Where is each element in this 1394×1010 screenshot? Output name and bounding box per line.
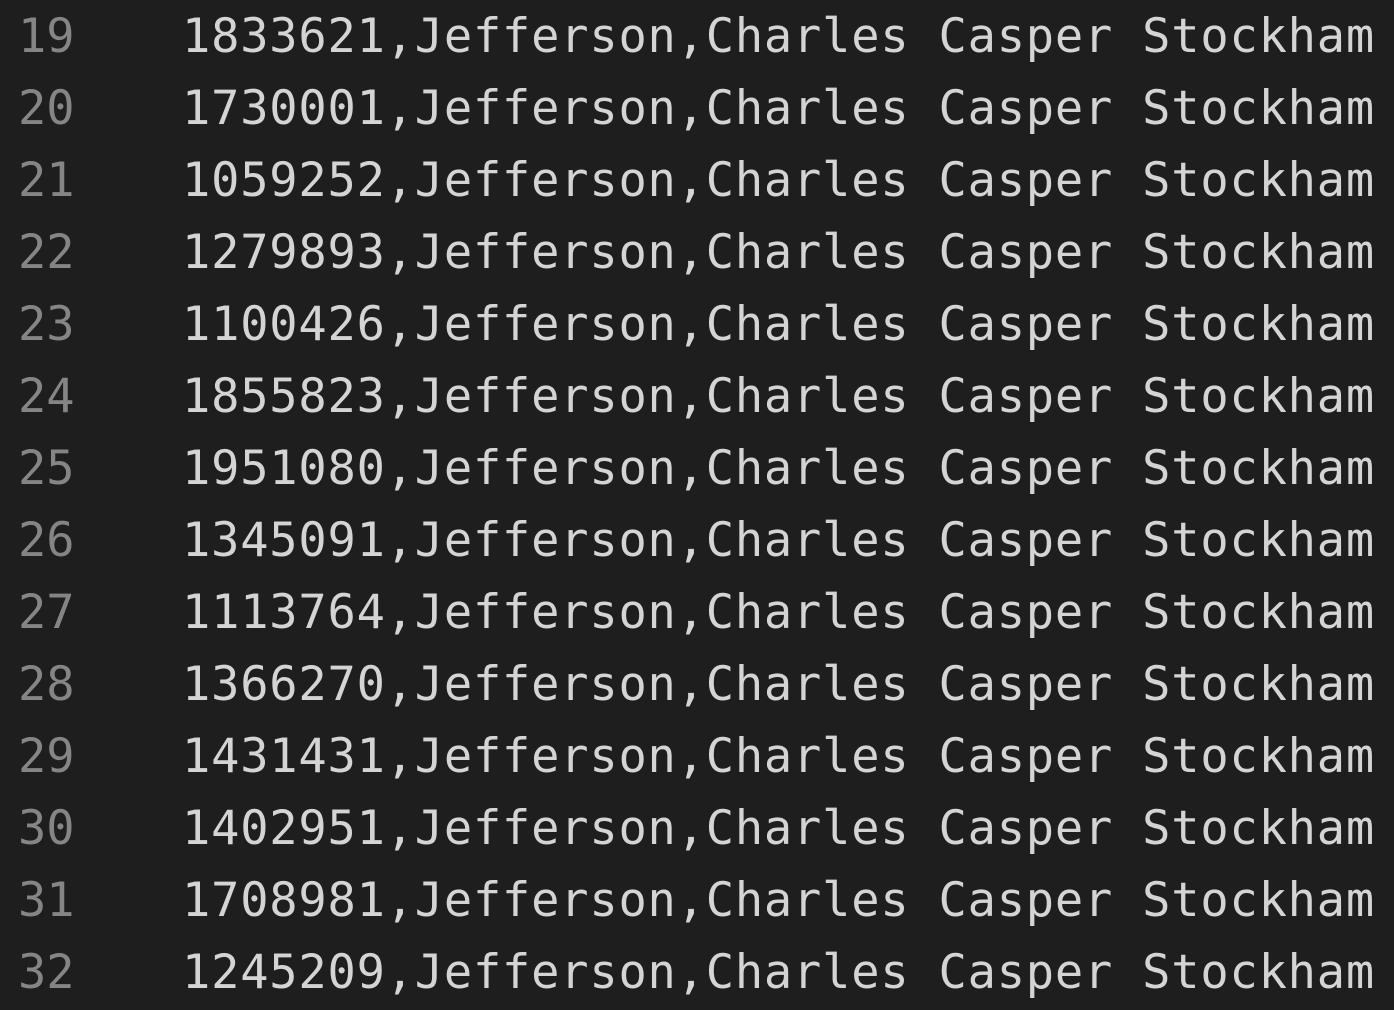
line-number: 21	[18, 152, 75, 208]
line-number: 31	[18, 872, 75, 928]
editor-line[interactable]: 29 1431431,Jefferson,Charles Casper Stoc…	[0, 720, 1394, 792]
line-number: 22	[18, 224, 75, 280]
line-text[interactable]: 1279893,Jefferson,Charles Casper Stockha…	[182, 225, 1375, 280]
line-text[interactable]: 1855823,Jefferson,Charles Casper Stockha…	[182, 369, 1375, 424]
editor-line[interactable]: 24 1855823,Jefferson,Charles Casper Stoc…	[0, 360, 1394, 432]
line-text[interactable]: 1113764,Jefferson,Charles Casper Stockha…	[182, 585, 1375, 640]
editor-line[interactable]: 28 1366270,Jefferson,Charles Casper Stoc…	[0, 648, 1394, 720]
editor-line[interactable]: 30 1402951,Jefferson,Charles Casper Stoc…	[0, 792, 1394, 864]
line-number: 28	[18, 656, 75, 712]
line-text[interactable]: 1431431,Jefferson,Charles Casper Stockha…	[182, 729, 1375, 784]
line-number: 30	[18, 800, 75, 856]
line-text[interactable]: 1245209,Jefferson,Charles Casper Stockha…	[182, 945, 1375, 1000]
line-text[interactable]: 1059252,Jefferson,Charles Casper Stockha…	[182, 153, 1375, 208]
line-number: 24	[18, 368, 75, 424]
line-text[interactable]: 1366270,Jefferson,Charles Casper Stockha…	[182, 657, 1375, 712]
line-text[interactable]: 1345091,Jefferson,Charles Casper Stockha…	[182, 513, 1375, 568]
line-text[interactable]: 1951080,Jefferson,Charles Casper Stockha…	[182, 441, 1375, 496]
editor-line[interactable]: 31 1708981,Jefferson,Charles Casper Stoc…	[0, 864, 1394, 936]
line-number: 32	[18, 944, 75, 1000]
code-editor[interactable]: 19 1833621,Jefferson,Charles Casper Stoc…	[0, 0, 1394, 1010]
line-number: 23	[18, 296, 75, 352]
line-number: 25	[18, 440, 75, 496]
editor-line[interactable]: 19 1833621,Jefferson,Charles Casper Stoc…	[0, 0, 1394, 72]
editor-line[interactable]: 32 1245209,Jefferson,Charles Casper Stoc…	[0, 936, 1394, 1008]
editor-line[interactable]: 26 1345091,Jefferson,Charles Casper Stoc…	[0, 504, 1394, 576]
editor-line[interactable]: 20 1730001,Jefferson,Charles Casper Stoc…	[0, 72, 1394, 144]
line-number: 20	[18, 80, 75, 136]
line-text[interactable]: 1100426,Jefferson,Charles Casper Stockha…	[182, 297, 1375, 352]
line-text[interactable]: 1708981,Jefferson,Charles Casper Stockha…	[182, 873, 1375, 928]
line-number: 29	[18, 728, 75, 784]
line-number: 27	[18, 584, 75, 640]
line-number: 19	[18, 8, 75, 64]
editor-line[interactable]: 23 1100426,Jefferson,Charles Casper Stoc…	[0, 288, 1394, 360]
editor-line[interactable]: 22 1279893,Jefferson,Charles Casper Stoc…	[0, 216, 1394, 288]
editor-line[interactable]: 21 1059252,Jefferson,Charles Casper Stoc…	[0, 144, 1394, 216]
line-number: 26	[18, 512, 75, 568]
line-text[interactable]: 1833621,Jefferson,Charles Casper Stockha…	[182, 9, 1375, 64]
editor-line[interactable]: 27 1113764,Jefferson,Charles Casper Stoc…	[0, 576, 1394, 648]
line-text[interactable]: 1730001,Jefferson,Charles Casper Stockha…	[182, 81, 1375, 136]
line-text[interactable]: 1402951,Jefferson,Charles Casper Stockha…	[182, 801, 1375, 856]
editor-line[interactable]: 25 1951080,Jefferson,Charles Casper Stoc…	[0, 432, 1394, 504]
